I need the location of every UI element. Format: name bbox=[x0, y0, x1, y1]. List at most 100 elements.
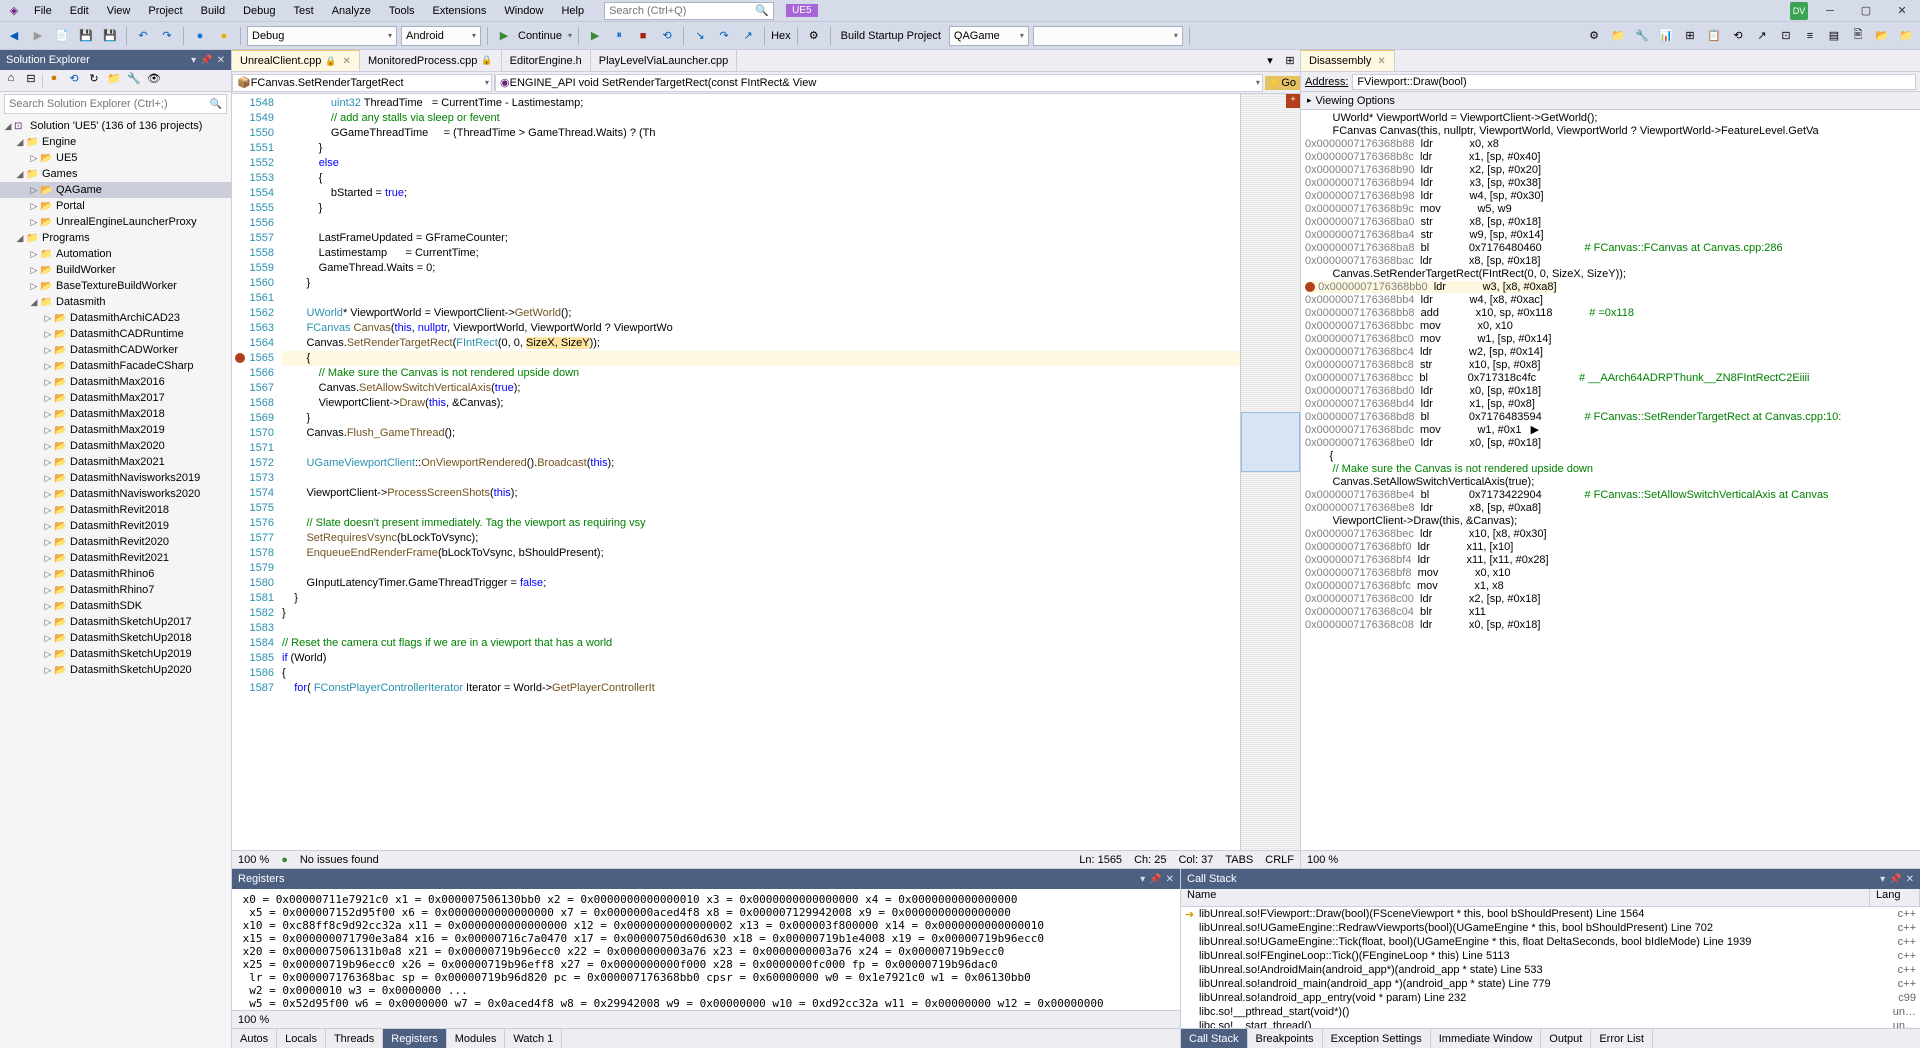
callstack-row[interactable]: libUnreal.so!UGameEngine::RedrawViewport… bbox=[1181, 921, 1920, 935]
close-icon[interactable]: ✕ bbox=[343, 56, 351, 67]
callstack-row[interactable]: ➜libUnreal.so!FViewport::Draw(bool)(FSce… bbox=[1181, 907, 1920, 921]
pin-icon[interactable]: 📌 bbox=[1889, 874, 1901, 885]
restart-button[interactable]: ⟲ bbox=[657, 26, 677, 46]
editor-tab[interactable]: PlayLevelViaLauncher.cpp bbox=[591, 50, 737, 71]
tree-item[interactable]: ▷📂DatasmithRevit2021 bbox=[0, 550, 231, 566]
bottom-tab-immediate-window[interactable]: Immediate Window bbox=[1431, 1029, 1542, 1048]
menu-window[interactable]: Window bbox=[496, 3, 551, 19]
run-button[interactable]: ▶ bbox=[585, 26, 605, 46]
disassembly-view[interactable]: UWorld* ViewportWorld = ViewportClient->… bbox=[1301, 110, 1920, 850]
minimap[interactable]: + bbox=[1240, 94, 1300, 850]
callstack-row[interactable]: libUnreal.so!android_app_entry(void * pa… bbox=[1181, 991, 1920, 1005]
save-button[interactable]: 💾 bbox=[76, 26, 96, 46]
blue-dot-icon[interactable]: ● bbox=[190, 26, 210, 46]
save-all-button[interactable]: 💾 bbox=[100, 26, 120, 46]
toolbar-icon-7[interactable]: ↗ bbox=[1752, 26, 1772, 46]
menu-view[interactable]: View bbox=[99, 3, 139, 19]
tree-item[interactable]: ▷📂DatasmithMax2019 bbox=[0, 422, 231, 438]
member-combo[interactable]: ◉ ENGINE_API void SetRenderTargetRect(co… bbox=[495, 74, 1263, 92]
continue-label[interactable]: Continue bbox=[518, 30, 562, 42]
menu-build[interactable]: Build bbox=[193, 3, 233, 19]
toolbar-icon-12[interactable]: 📂 bbox=[1872, 26, 1892, 46]
bottom-tab-call-stack[interactable]: Call Stack bbox=[1181, 1029, 1248, 1048]
close-icon[interactable]: ✕ bbox=[217, 55, 225, 66]
add-button[interactable]: + bbox=[1286, 94, 1300, 108]
close-icon[interactable]: ✕ bbox=[1377, 56, 1385, 67]
tab-overflow-icon[interactable]: ▾ bbox=[1260, 50, 1280, 70]
minimize-button[interactable]: ─ bbox=[1816, 5, 1844, 17]
pending-icon[interactable]: ● bbox=[45, 72, 63, 90]
step-out-icon[interactable]: ↗ bbox=[738, 26, 758, 46]
editor-tab[interactable]: EditorEngine.h bbox=[502, 50, 591, 71]
callstack-row[interactable]: libc.so!__pthread_start(void*)()un… bbox=[1181, 1005, 1920, 1019]
bottom-tab-threads[interactable]: Threads bbox=[326, 1029, 383, 1048]
properties-icon[interactable]: 🔧 bbox=[125, 72, 143, 90]
extra-combo[interactable] bbox=[1033, 26, 1183, 46]
bottom-tab-breakpoints[interactable]: Breakpoints bbox=[1248, 1029, 1323, 1048]
global-search[interactable]: 🔍 bbox=[604, 2, 774, 20]
new-button[interactable]: 📄 bbox=[52, 26, 72, 46]
config-combo[interactable]: Debug bbox=[247, 26, 397, 46]
tree-item[interactable]: ▷📂DatasmithMax2017 bbox=[0, 390, 231, 406]
toolbar-icon-4[interactable]: ⊞ bbox=[1680, 26, 1700, 46]
tree-item[interactable]: ◢📁Programs bbox=[0, 230, 231, 246]
editor-tab[interactable]: UnrealClient.cpp🔒 ✕ bbox=[232, 50, 360, 71]
tree-item[interactable]: ▷📂DatasmithArchiCAD23 bbox=[0, 310, 231, 326]
disassembly-tab[interactable]: Disassembly✕ bbox=[1301, 50, 1395, 71]
tree-item[interactable]: ▷📂DatasmithMax2018 bbox=[0, 406, 231, 422]
menu-file[interactable]: File bbox=[26, 3, 60, 19]
refresh-icon[interactable]: ↻ bbox=[85, 72, 103, 90]
platform-combo[interactable]: Android bbox=[401, 26, 481, 46]
stop-button[interactable]: ■ bbox=[633, 26, 653, 46]
menu-edit[interactable]: Edit bbox=[62, 3, 97, 19]
tree-item[interactable]: ◢📁Games bbox=[0, 166, 231, 182]
close-button[interactable]: ✕ bbox=[1888, 4, 1916, 17]
tree-item[interactable]: ▷📂DatasmithMax2020 bbox=[0, 438, 231, 454]
tree-item[interactable]: ▷📂DatasmithCADRuntime bbox=[0, 326, 231, 342]
registers-body[interactable]: x0 = 0x00000711e7921c0 x1 = 0x0000075061… bbox=[232, 889, 1180, 1010]
solution-search-input[interactable] bbox=[9, 98, 210, 110]
pin-icon[interactable]: 📌 bbox=[1149, 874, 1161, 885]
callstack-row[interactable]: libUnreal.so!AndroidMain(android_app*)(a… bbox=[1181, 963, 1920, 977]
tree-item[interactable]: ◢📁Engine bbox=[0, 134, 231, 150]
continue-button[interactable]: ▶ bbox=[494, 26, 514, 46]
code-editor[interactable]: 1548154915501551155215531554155515561557… bbox=[232, 94, 1300, 850]
bottom-tab-locals[interactable]: Locals bbox=[277, 1029, 326, 1048]
breakpoint-icon[interactable] bbox=[235, 353, 245, 363]
preview-icon[interactable]: 👁 bbox=[145, 72, 163, 90]
toolbar-icon-9[interactable]: ≡ bbox=[1800, 26, 1820, 46]
tree-item[interactable]: ▷📂DatasmithMax2016 bbox=[0, 374, 231, 390]
search-input[interactable] bbox=[609, 5, 755, 17]
tree-item[interactable]: ▷📂UE5 bbox=[0, 150, 231, 166]
address-input[interactable] bbox=[1352, 74, 1916, 90]
tree-item[interactable]: ▷📂DatasmithSketchUp2018 bbox=[0, 630, 231, 646]
menu-help[interactable]: Help bbox=[553, 3, 592, 19]
tree-item[interactable]: ▷📂DatasmithFacadeCSharp bbox=[0, 358, 231, 374]
tree-item[interactable]: ▷📂DatasmithRevit2018 bbox=[0, 502, 231, 518]
bottom-tab-exception-settings[interactable]: Exception Settings bbox=[1323, 1029, 1431, 1048]
bottom-tab-error-list[interactable]: Error List bbox=[1591, 1029, 1653, 1048]
split-icon[interactable]: ⊞ bbox=[1280, 50, 1300, 70]
step-into-icon[interactable]: ↘ bbox=[690, 26, 710, 46]
bottom-tab-modules[interactable]: Modules bbox=[447, 1029, 506, 1048]
toolbar-icon-2[interactable]: 🔧 bbox=[1632, 26, 1652, 46]
bottom-tab-registers[interactable]: Registers bbox=[383, 1029, 446, 1048]
solution-search[interactable]: 🔍 bbox=[4, 94, 227, 114]
callstack-row[interactable]: libUnreal.so!UGameEngine::Tick(float, bo… bbox=[1181, 935, 1920, 949]
toolbar-icon-5[interactable]: 📋 bbox=[1704, 26, 1724, 46]
menu-tools[interactable]: Tools bbox=[381, 3, 423, 19]
menu-debug[interactable]: Debug bbox=[235, 3, 283, 19]
tree-item[interactable]: ▷📂BaseTextureBuildWorker bbox=[0, 278, 231, 294]
maximize-button[interactable]: ▢ bbox=[1852, 4, 1880, 17]
menu-extensions[interactable]: Extensions bbox=[425, 3, 495, 19]
tree-item[interactable]: ▷📂DatasmithRevit2019 bbox=[0, 518, 231, 534]
callstack-row[interactable]: libUnreal.so!FEngineLoop::Tick()(FEngine… bbox=[1181, 949, 1920, 963]
menu-project[interactable]: Project bbox=[140, 3, 190, 19]
toolbar-icon-6[interactable]: ⟲ bbox=[1728, 26, 1748, 46]
viewing-options[interactable]: ▸Viewing Options bbox=[1301, 92, 1920, 110]
toolbar-icon-10[interactable]: ▤ bbox=[1824, 26, 1844, 46]
hex-toggle[interactable]: Hex bbox=[771, 30, 791, 42]
callstack-row[interactable]: libc.so!__start_thread()un… bbox=[1181, 1019, 1920, 1028]
tree-item[interactable]: ▷📂DatasmithSketchUp2017 bbox=[0, 614, 231, 630]
panel-dropdown-icon[interactable]: ▾ bbox=[191, 55, 196, 66]
